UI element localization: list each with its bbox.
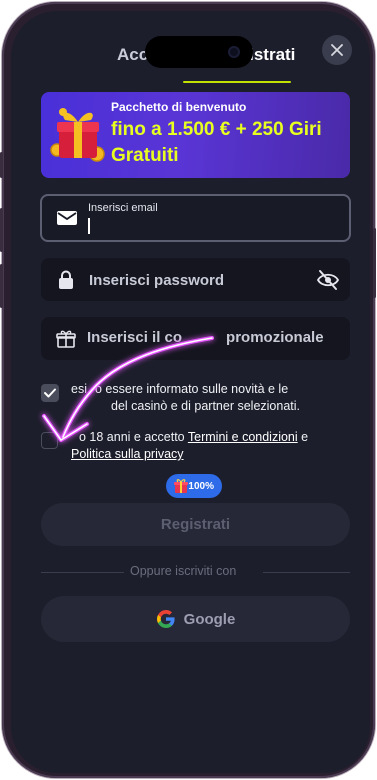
- password-input[interactable]: [87, 258, 311, 303]
- gift-badge-icon: [174, 479, 188, 493]
- text-caret: [88, 218, 90, 234]
- email-field[interactable]: Inserisci email: [40, 194, 351, 242]
- check-icon: [44, 388, 56, 398]
- terms-text: o 18 anni e accetto Termini e condizioni…: [71, 429, 308, 463]
- app-screen: Accedi Registrati Pacchetto di benvenuto…: [11, 11, 370, 773]
- terms-prefix: o 18 anni e accetto: [79, 430, 185, 444]
- newsletter-text: esi o essere informato sulle novità e le …: [71, 381, 300, 415]
- eye-off-icon[interactable]: [316, 269, 340, 291]
- newsletter-checkbox[interactable]: [41, 384, 59, 402]
- welcome-banner[interactable]: Pacchetto di benvenuto fino a 1.500 € + …: [41, 92, 350, 178]
- newsletter-line1: esi o essere informato sulle novità e le: [71, 381, 300, 398]
- phone-side-button: [0, 152, 3, 178]
- gift-box-icon: [50, 108, 105, 162]
- close-button[interactable]: [322, 35, 352, 65]
- dynamic-island: [145, 36, 253, 68]
- promo-placeholder: Inserisci il co promozionale: [87, 329, 324, 346]
- terms-link[interactable]: Termini e condizioni: [188, 430, 298, 444]
- lock-icon: [59, 270, 73, 289]
- terms-line2: Politica sulla privacy: [71, 446, 308, 463]
- password-field[interactable]: [41, 258, 350, 303]
- phone-volume-up: [0, 208, 3, 252]
- google-label: Google: [183, 610, 236, 628]
- divider-left: [41, 572, 124, 573]
- promo-placeholder-part1: Inserisci il co: [87, 329, 183, 346]
- active-tab-indicator: [183, 81, 291, 83]
- privacy-link[interactable]: Politica sulla privacy: [71, 447, 184, 461]
- bonus-badge: 100%: [166, 474, 222, 498]
- email-label: Inserisci email: [88, 202, 158, 214]
- divider-text: Oppure iscriviti con: [130, 564, 237, 578]
- terms-line1: o 18 anni e accetto Termini e condizioni…: [71, 429, 308, 446]
- bonus-percent: 100%: [188, 480, 214, 492]
- banner-offer: fino a 1.500 € + 250 Giri Gratuiti: [111, 119, 322, 166]
- promo-placeholder-part2: promozionale: [226, 329, 324, 346]
- newsletter-line2: del casinò e di partner selezionati.: [71, 398, 300, 415]
- phone-frame: Accedi Registrati Pacchetto di benvenuto…: [0, 2, 376, 778]
- camera-icon: [228, 46, 240, 58]
- google-icon: [156, 610, 175, 628]
- close-icon: [331, 44, 343, 56]
- newsletter-line1-part1: esi: [71, 382, 87, 396]
- phone-volume-down: [0, 264, 3, 308]
- newsletter-line1-part2: o essere informato sulle novità e le: [94, 382, 289, 396]
- divider-right: [263, 572, 350, 573]
- mail-icon: [57, 211, 77, 225]
- promo-code-field[interactable]: Inserisci il co promozionale: [41, 317, 350, 360]
- terms-checkbox[interactable]: [41, 432, 58, 449]
- phone-power-button: [373, 228, 376, 298]
- banner-subtitle: Pacchetto di benvenuto: [111, 100, 247, 114]
- register-button[interactable]: Registrati: [41, 503, 350, 546]
- newsletter-line2-part2: del casinò e di partner selezionati.: [111, 399, 301, 413]
- gift-icon: [56, 330, 76, 348]
- google-signin-button[interactable]: Google: [41, 596, 350, 642]
- terms-joiner: e: [301, 430, 309, 444]
